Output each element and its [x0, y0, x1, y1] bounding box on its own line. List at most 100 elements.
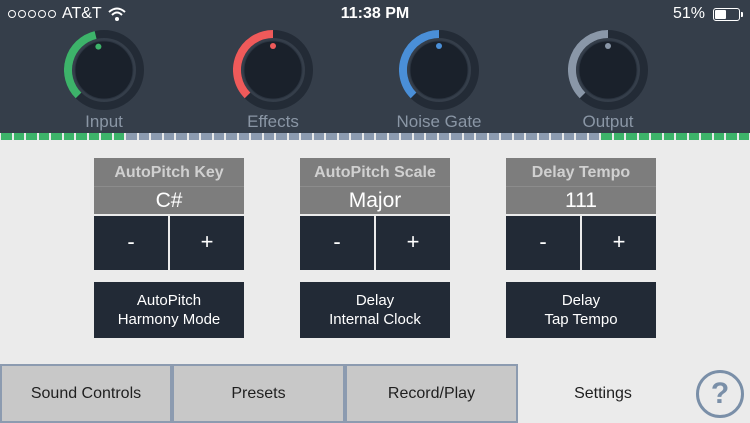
autopitch-key-value: C# — [94, 186, 244, 214]
header-panel: AT&T 11:38 PM 51% Input Effects Noise Ga… — [0, 0, 750, 133]
noise-gate-knob-label: Noise Gate — [396, 112, 482, 131]
meter-segment — [588, 133, 599, 140]
autopitch-scale-title: AutoPitch Scale — [300, 158, 450, 186]
meter-segment — [638, 133, 649, 140]
knob-indicator — [95, 43, 102, 50]
meter-segment — [563, 133, 574, 140]
meter-segment — [688, 133, 699, 140]
meter-segment — [113, 133, 124, 140]
harmony-mode-line2: Harmony Mode — [117, 311, 221, 328]
autopitch-key-plus-button[interactable]: + — [170, 216, 244, 270]
tap-tempo-button[interactable]: Delay Tap Tempo — [506, 282, 656, 338]
meter-segment — [513, 133, 524, 140]
internal-clock-button[interactable]: Delay Internal Clock — [300, 282, 450, 338]
autopitch-scale-minus-button[interactable]: - — [300, 216, 374, 270]
meter-segment — [738, 133, 749, 140]
autopitch-key-title: AutoPitch Key — [94, 158, 244, 186]
meter-segment — [701, 133, 712, 140]
meter-segment — [188, 133, 199, 140]
meter-segment — [526, 133, 537, 140]
meter-segment — [1, 133, 12, 140]
meter-segment — [238, 133, 249, 140]
meter-segment — [538, 133, 549, 140]
input-knob[interactable] — [64, 30, 144, 110]
meter-segment — [151, 133, 162, 140]
meter-segment — [138, 133, 149, 140]
meter-segment — [663, 133, 674, 140]
meter-segment — [488, 133, 499, 140]
meter-segment — [613, 133, 624, 140]
clock: 11:38 PM — [340, 5, 410, 22]
meter-segment — [63, 133, 74, 140]
meter-segment — [401, 133, 412, 140]
knob-indicator — [270, 43, 276, 49]
output-knob-label: Output — [582, 112, 634, 131]
internal-clock-line1: Delay — [355, 292, 395, 309]
meter-segment — [88, 133, 99, 140]
tab-record-play[interactable]: Record/Play — [345, 364, 518, 423]
delay-tempo-minus-button[interactable]: - — [506, 216, 580, 270]
meter-segment — [276, 133, 287, 140]
meter-segment — [288, 133, 299, 140]
effects-knob-label: Effects — [247, 112, 299, 131]
tab-sound-controls[interactable]: Sound Controls — [0, 364, 172, 423]
output-knob[interactable] — [568, 30, 648, 110]
meter-segment — [301, 133, 312, 140]
meter-segment — [313, 133, 324, 140]
meter-segment — [351, 133, 362, 140]
meter-segment — [413, 133, 424, 140]
tap-tempo-line2: Tap Tempo — [544, 311, 618, 328]
delay-tempo-control: Delay Tempo 111 - + — [506, 158, 656, 270]
delay-tempo-value: 111 — [506, 186, 656, 214]
meter-segment — [601, 133, 612, 140]
delay-tempo-title: Delay Tempo — [506, 158, 656, 186]
battery-icon — [713, 7, 743, 21]
meter-segment — [451, 133, 462, 140]
meter-segment — [551, 133, 562, 140]
autopitch-scale-value: Major — [300, 186, 450, 214]
level-meter — [0, 133, 750, 140]
meter-segment — [651, 133, 662, 140]
battery-percent: 51% — [672, 5, 705, 22]
meter-segment — [26, 133, 37, 140]
meter-segment — [626, 133, 637, 140]
delay-tempo-plus-button[interactable]: + — [582, 216, 656, 270]
tab-presets[interactable]: Presets — [172, 364, 345, 423]
meter-segment — [13, 133, 24, 140]
internal-clock-line2: Internal Clock — [329, 311, 421, 328]
meter-segment — [713, 133, 724, 140]
meter-segment — [263, 133, 274, 140]
meter-segment — [226, 133, 237, 140]
meter-segment — [426, 133, 437, 140]
meter-segment — [176, 133, 187, 140]
knob-indicator — [605, 43, 611, 49]
meter-segment — [438, 133, 449, 140]
autopitch-key-minus-button[interactable]: - — [94, 216, 168, 270]
meter-segment — [101, 133, 112, 140]
status-bar: AT&T 11:38 PM 51% — [0, 0, 750, 28]
meter-segment — [576, 133, 587, 140]
help-button[interactable]: ? — [696, 370, 744, 418]
meter-segment — [338, 133, 349, 140]
autopitch-scale-control: AutoPitch Scale Major - + — [300, 158, 450, 270]
harmony-mode-button[interactable]: AutoPitch Harmony Mode — [94, 282, 244, 338]
meter-segment — [326, 133, 337, 140]
input-knob-label: Input — [85, 112, 123, 131]
noise-gate-knob[interactable] — [399, 30, 479, 110]
meter-segment — [376, 133, 387, 140]
meter-segment — [51, 133, 62, 140]
meter-segment — [388, 133, 399, 140]
effects-knob[interactable] — [233, 30, 313, 110]
autopitch-scale-plus-button[interactable]: + — [376, 216, 450, 270]
meter-segment — [201, 133, 212, 140]
tab-settings[interactable]: Settings — [518, 364, 688, 423]
meter-segment — [676, 133, 687, 140]
meter-segment — [38, 133, 49, 140]
meter-segment — [726, 133, 737, 140]
meter-segment — [501, 133, 512, 140]
meter-segment — [363, 133, 374, 140]
harmony-mode-line1: AutoPitch — [136, 292, 202, 309]
meter-segment — [163, 133, 174, 140]
meter-segment — [463, 133, 474, 140]
knob-indicator — [436, 43, 442, 49]
